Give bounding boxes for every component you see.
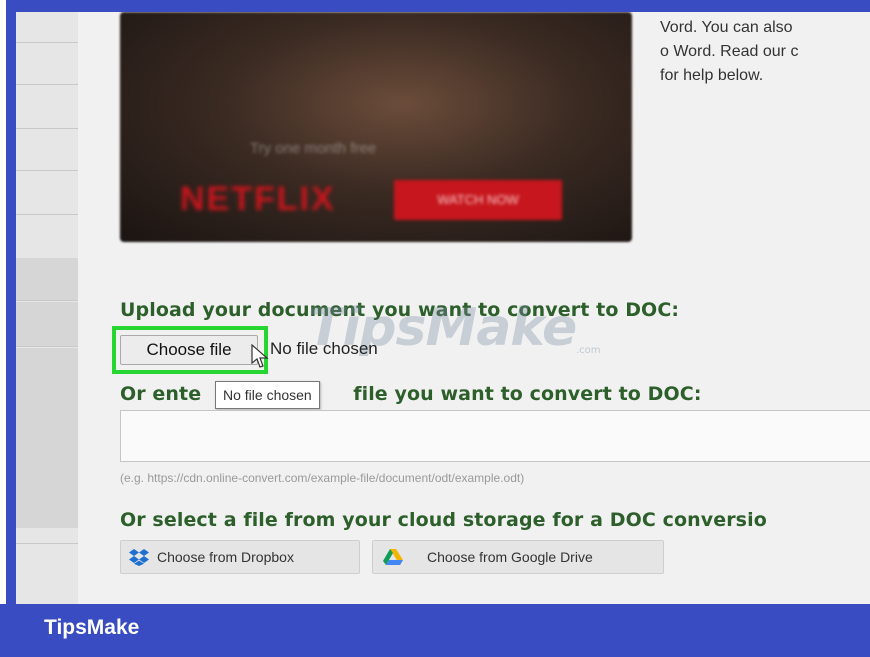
video-caption: Try one month free xyxy=(250,140,377,157)
url-heading-start: Or ente xyxy=(120,383,202,405)
sidebar-item[interactable] xyxy=(16,258,78,300)
url-heading-end: file you want to convert to DOC: xyxy=(353,383,702,405)
sidebar-divider xyxy=(16,214,78,215)
watch-now-button[interactable]: WATCH NOW xyxy=(394,180,562,220)
sidebar-item[interactable] xyxy=(16,302,78,346)
intro-line: for help below. xyxy=(660,67,764,84)
file-status-text: No file chosen xyxy=(270,339,378,358)
sidebar-divider xyxy=(16,84,78,85)
footer-banner: TipsMake xyxy=(0,604,870,657)
sidebar-divider xyxy=(16,170,78,171)
netflix-logo: NETFLIX xyxy=(180,180,336,218)
sidebar-divider xyxy=(16,543,78,544)
mouse-cursor-icon xyxy=(251,344,269,368)
url-heading: Or ente file you want to convert to DOC: xyxy=(120,383,702,405)
google-drive-button[interactable]: Choose from Google Drive xyxy=(372,540,664,574)
choose-file-button[interactable]: Choose file xyxy=(120,335,258,365)
dropbox-icon xyxy=(129,549,149,566)
sidebar-item[interactable] xyxy=(16,348,78,528)
frame-top-border xyxy=(6,0,870,12)
sidebar-divider xyxy=(16,346,78,347)
sidebar-divider xyxy=(16,300,78,301)
cloud-heading: Or select a file from your cloud storage… xyxy=(120,509,767,531)
watermark-suffix: .com xyxy=(576,345,601,356)
url-example-hint: (e.g. https://cdn.online-convert.com/exa… xyxy=(120,471,525,485)
sidebar-divider xyxy=(16,42,78,43)
intro-text: Vord. You can also o Word. Read our c fo… xyxy=(660,16,870,88)
dropbox-button-label: Choose from Dropbox xyxy=(157,549,294,565)
dropbox-button[interactable]: Choose from Dropbox xyxy=(120,540,360,574)
intro-line: Vord. You can also xyxy=(660,19,793,36)
sidebar-divider xyxy=(16,128,78,129)
web-page-screen: Try one month free NETFLIX WATCH NOW Vor… xyxy=(16,12,870,604)
google-drive-icon xyxy=(383,549,403,565)
google-drive-button-label: Choose from Google Drive xyxy=(427,549,593,565)
frame-left-border xyxy=(6,0,16,605)
url-input[interactable] xyxy=(120,410,870,462)
screenshot-frame: Try one month free NETFLIX WATCH NOW Vor… xyxy=(0,0,870,657)
footer-brand: TipsMake xyxy=(44,616,140,639)
left-sidebar xyxy=(16,12,78,604)
file-input-tooltip: No file chosen xyxy=(215,381,320,409)
intro-line: o Word. Read our c xyxy=(660,43,799,60)
